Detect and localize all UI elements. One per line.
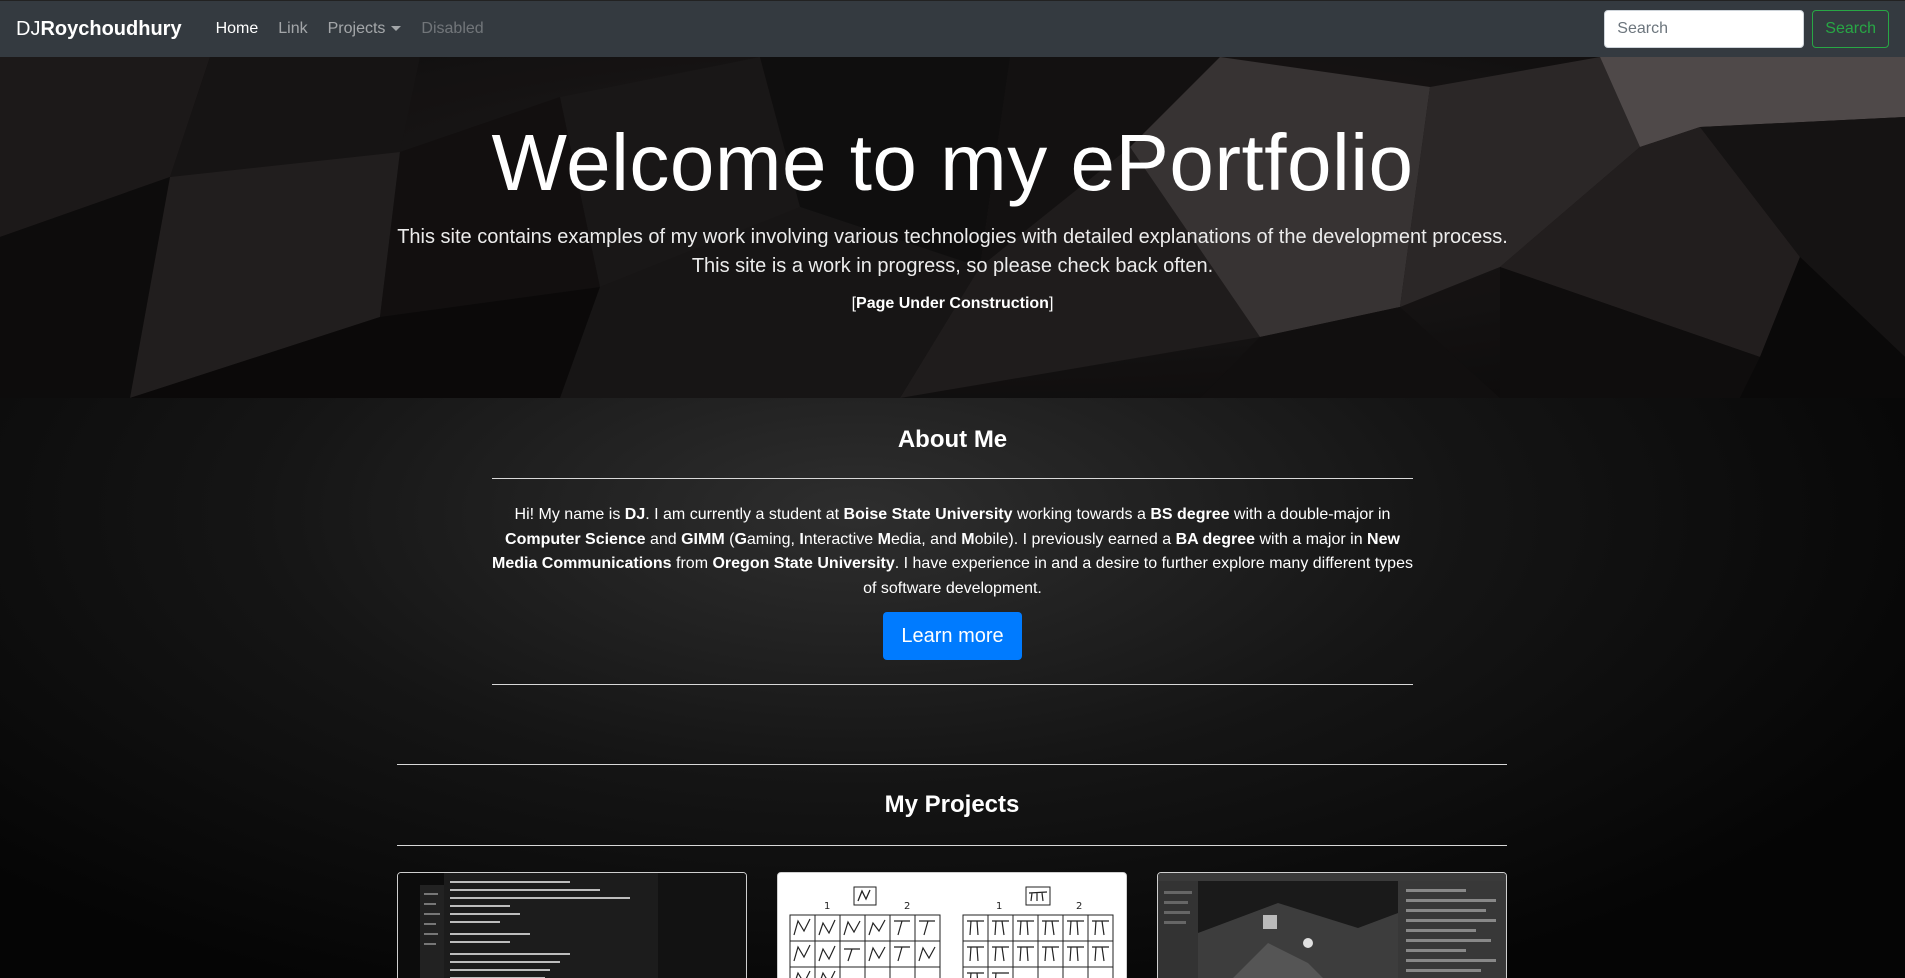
card-label-3: 1 <box>996 901 1002 912</box>
learn-more-button[interactable]: Learn more <box>883 612 1022 660</box>
projects-section: My Projects 1 2 1 2 <box>397 764 1507 978</box>
about-text: with a major in <box>1255 530 1368 548</box>
brand-bold: Roychoudhury <box>40 17 182 40</box>
divider <box>492 478 1413 479</box>
hero-note: [Page Under Construction] <box>0 295 1905 313</box>
about-text-bold: DJ <box>624 506 646 523</box>
about-text: ( <box>724 530 735 548</box>
about-text: from <box>671 555 713 572</box>
projects-title: My Projects <box>397 791 1507 819</box>
nav-projects-label: Projects <box>327 20 386 37</box>
card-label-1: 1 <box>824 901 830 912</box>
about-section: About Me Hi! My name is DJ. I am current… <box>492 426 1413 685</box>
project-cards: 1 2 1 2 <box>397 872 1507 978</box>
about-title-light: About <box>897 426 974 453</box>
content-section: About Me Hi! My name is DJ. I am current… <box>0 398 1905 978</box>
about-text: and <box>645 530 682 548</box>
about-text-bold: M <box>877 530 891 548</box>
about-text: aming, <box>746 530 800 548</box>
nav-link[interactable]: Link <box>278 20 307 38</box>
projects-title-light: My <box>884 791 925 818</box>
about-text: nteractive <box>803 530 878 548</box>
project-card-code[interactable] <box>397 872 747 978</box>
brand-prefix: DJ <box>16 17 41 40</box>
hero-title-light: Welcome to my <box>491 118 1071 207</box>
card-label-4: 2 <box>1076 901 1082 912</box>
about-text: . I am currently a student at <box>645 506 844 523</box>
divider <box>397 764 1507 765</box>
about-text-bold: Oregon State University <box>712 555 895 572</box>
nav-home[interactable]: Home <box>216 20 259 38</box>
navbar: DJRoychoudhury Home Link Projects Disabl… <box>0 0 1905 57</box>
hero-lead-line2: This site is a work in progress, so plea… <box>691 255 1214 277</box>
game-engine-thumbnail <box>1158 873 1506 978</box>
about-text-bold: BS degree <box>1150 506 1230 523</box>
nav-disabled: Disabled <box>421 20 484 37</box>
about-text: edia, and <box>890 530 962 548</box>
about-text: Hi! My name is <box>514 506 625 523</box>
handwriting-grid-thumbnail: 1 2 1 2 <box>778 873 1126 978</box>
about-text-bold: Computer Science <box>505 530 646 548</box>
about-title-bold: Me <box>973 426 1008 453</box>
about-paragraph: Hi! My name is DJ. I am currently a stud… <box>492 503 1413 601</box>
hero-content: Welcome to my ePortfolio This site conta… <box>0 57 1905 313</box>
card-label-2: 2 <box>904 901 910 912</box>
project-card-game-engine[interactable] <box>1157 872 1507 978</box>
chevron-down-icon <box>391 26 402 32</box>
about-text: with a double-major in <box>1229 506 1391 523</box>
nav-projects-dropdown[interactable]: Projects <box>328 20 402 38</box>
search-input[interactable] <box>1604 10 1805 48</box>
about-text-bold: GIMM <box>681 530 725 548</box>
about-text: working towards a <box>1012 506 1151 523</box>
about-text: obile). I previously earned a <box>974 530 1176 548</box>
hero-note-close: ] <box>1048 295 1054 312</box>
divider <box>397 845 1507 846</box>
about-text: . I have experience in and a desire to f… <box>863 555 1413 597</box>
hero-jumbotron: Welcome to my ePortfolio This site conta… <box>0 57 1905 398</box>
hero-lead: This site contains examples of my work i… <box>0 223 1905 281</box>
about-text-bold: BA degree <box>1175 530 1255 548</box>
project-card-handwriting[interactable]: 1 2 1 2 <box>777 872 1127 978</box>
about-text-bold: G <box>734 530 747 548</box>
code-editor-thumbnail <box>398 873 746 978</box>
about-text-bold: Boise State University <box>843 506 1013 523</box>
divider <box>492 684 1413 685</box>
brand-link[interactable]: DJRoychoudhury <box>16 18 182 41</box>
hero-title: Welcome to my ePortfolio <box>0 123 1905 203</box>
hero-title-bold: ePortfolio <box>1070 118 1414 207</box>
search-button[interactable]: Search <box>1812 10 1889 48</box>
about-text-bold: M <box>961 530 975 548</box>
about-title: About Me <box>492 426 1413 454</box>
hero-note-bold: Page Under Construction <box>856 295 1049 312</box>
hero-lead-line1: This site contains examples of my work i… <box>397 226 1508 248</box>
projects-title-bold: Projects <box>924 791 1020 818</box>
